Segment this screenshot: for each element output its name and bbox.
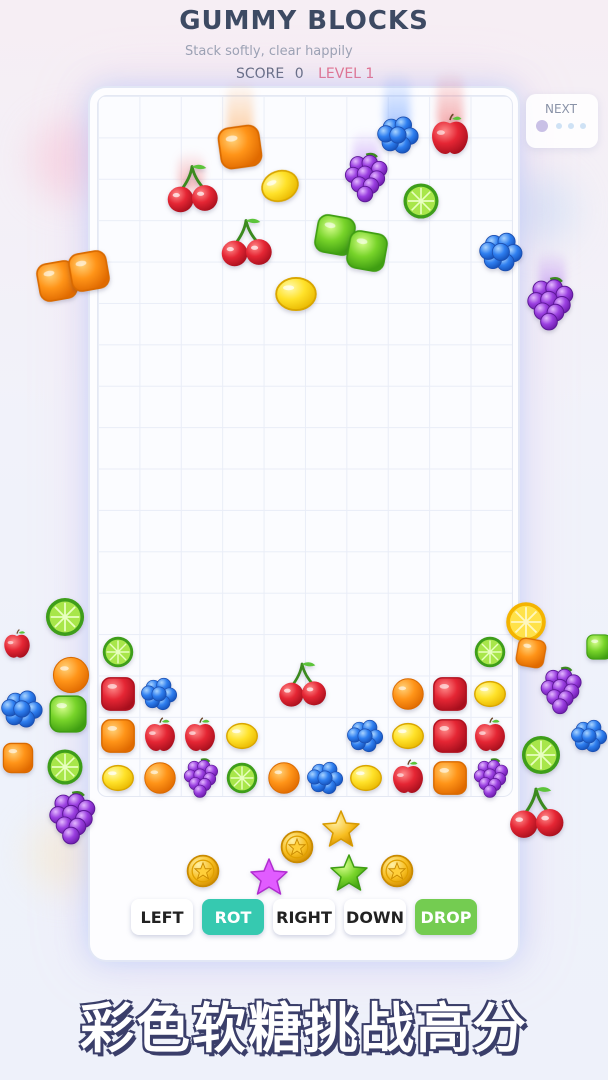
orange-candy	[140, 758, 180, 798]
gold-star	[320, 808, 362, 850]
apple-candy	[0, 628, 34, 662]
lemon-candy	[470, 674, 510, 714]
score-bar: SCORE 0 LEVEL 1	[236, 66, 374, 82]
green-gummy-cube	[46, 692, 90, 736]
lemon-candy	[346, 758, 386, 798]
lime-candy	[98, 632, 138, 672]
blueberry-candy	[570, 716, 608, 756]
next-preview-dot	[580, 123, 586, 129]
pink-star	[248, 856, 290, 898]
grape-candy	[44, 788, 98, 845]
grape-candy	[340, 150, 390, 203]
cherry-candy	[216, 212, 276, 272]
rotate-button[interactable]: ROT	[202, 899, 264, 935]
lime-candy	[42, 744, 88, 790]
down-button[interactable]: DOWN	[344, 899, 406, 935]
lemon-candy	[270, 268, 322, 320]
lemon-candy	[388, 716, 428, 756]
level-label: LEVEL 1	[318, 66, 375, 82]
apple-candy	[140, 716, 180, 756]
next-label: NEXT	[545, 102, 577, 116]
game-title: GUMMY BLOCKS	[179, 6, 429, 36]
orange-gummy-cube	[430, 758, 470, 798]
red-gummy-cube	[430, 716, 470, 756]
orange-gummy-cube	[98, 716, 138, 756]
score-value: 0	[294, 66, 304, 82]
apple-candy	[426, 112, 474, 160]
lemon-candy	[98, 758, 138, 798]
grape-candy	[522, 274, 576, 331]
next-piece-panel: NEXT	[526, 94, 598, 148]
drop-button[interactable]: DROP	[415, 899, 477, 935]
apple-candy	[180, 716, 220, 756]
cherry-candy	[504, 780, 568, 844]
green-star	[328, 852, 370, 894]
lemon-candy	[222, 716, 262, 756]
blueberry-candy	[346, 716, 386, 756]
green-gummy-cube	[584, 632, 608, 662]
lime-candy	[398, 178, 444, 224]
next-preview-dot	[536, 120, 548, 132]
orange-gummy-cube	[0, 740, 36, 776]
orange-candy	[264, 758, 304, 798]
green-gummy-cube	[340, 224, 393, 277]
blueberry-candy	[0, 686, 46, 732]
grape-candy	[180, 756, 220, 798]
cherry-candy	[274, 656, 330, 712]
lime-candy	[222, 758, 262, 798]
red-gummy-cube	[430, 674, 470, 714]
lime-candy	[516, 730, 566, 780]
blueberry-candy	[478, 228, 526, 276]
gold-coin	[184, 852, 222, 890]
promo-caption: 彩色软糖挑战高分	[80, 997, 528, 1060]
apple-candy	[470, 716, 510, 756]
apple-candy	[388, 758, 428, 798]
gold-coin	[378, 852, 416, 890]
red-gummy-cube	[98, 674, 138, 714]
game-subtitle: Stack softly, clear happily	[185, 44, 353, 59]
next-preview-dot	[556, 123, 562, 129]
orange-candy	[388, 674, 428, 714]
left-button[interactable]: LEFT	[131, 899, 193, 935]
blueberry-candy	[306, 758, 346, 798]
cherry-candy	[162, 158, 222, 218]
orange-gummy-cube	[62, 244, 115, 297]
next-preview-dot	[568, 123, 574, 129]
right-button[interactable]: RIGHT	[273, 899, 335, 935]
blueberry-candy	[140, 674, 180, 714]
lime-candy	[40, 592, 90, 642]
grape-candy	[536, 664, 584, 715]
